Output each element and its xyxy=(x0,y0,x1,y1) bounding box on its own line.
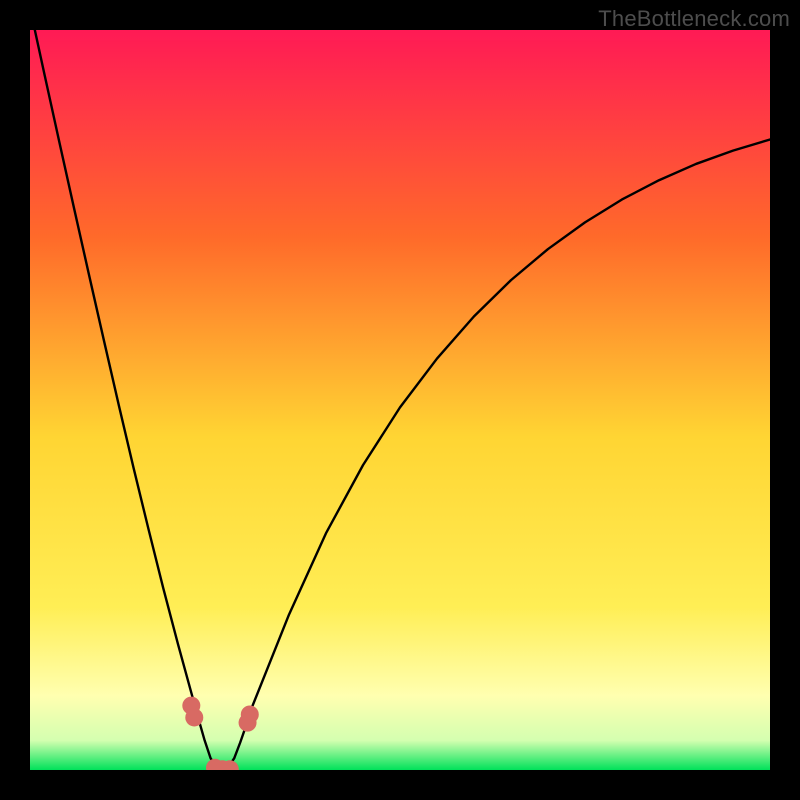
chart-frame: TheBottleneck.com xyxy=(0,0,800,800)
watermark-text: TheBottleneck.com xyxy=(598,6,790,32)
gradient-background xyxy=(30,30,770,770)
plot-area xyxy=(30,30,770,770)
chart-svg xyxy=(30,30,770,770)
curve-marker xyxy=(185,708,203,726)
curve-marker xyxy=(241,706,259,724)
